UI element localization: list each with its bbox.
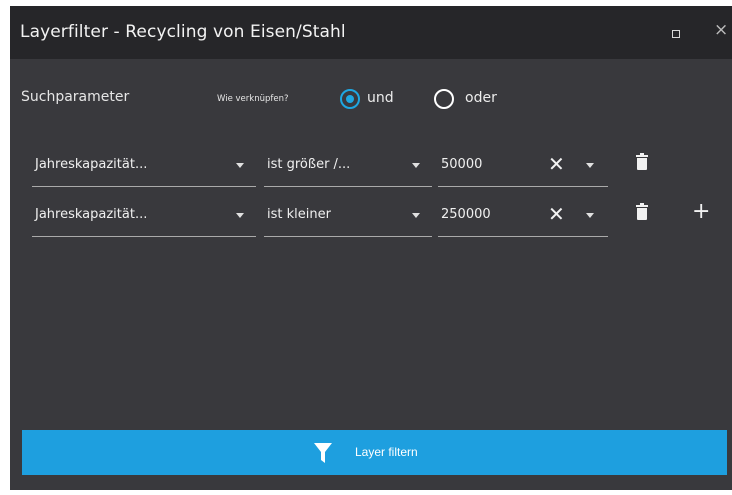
value-input[interactable]: 250000 ✕	[438, 195, 608, 237]
chevron-down-icon[interactable]	[586, 163, 594, 168]
chevron-down-icon[interactable]	[586, 213, 594, 218]
operator-value: ist größer /...	[267, 157, 351, 172]
link-question-label: Wie verknüpfen?	[217, 94, 289, 104]
chevron-down-icon[interactable]	[236, 213, 244, 218]
restore-icon[interactable]	[672, 30, 680, 38]
trash-icon[interactable]	[636, 203, 648, 220]
operator-select[interactable]: ist größer /...	[264, 145, 432, 187]
radio-oder-label[interactable]: oder	[465, 90, 497, 106]
filter-row: Jahreskapazität... ist größer /... 50000…	[10, 145, 732, 190]
close-icon[interactable]: ×	[714, 20, 728, 40]
apply-filter-button[interactable]: Layer filtern	[22, 430, 727, 475]
search-params-label: Suchparameter	[21, 89, 130, 105]
funnel-icon	[314, 443, 332, 463]
filter-row: Jahreskapazität... ist kleiner 250000 ✕ …	[10, 195, 732, 240]
attribute-value: Jahreskapazität...	[35, 207, 148, 222]
value-text: 250000	[441, 207, 491, 222]
attribute-select[interactable]: Jahreskapazität...	[32, 195, 256, 237]
radio-oder[interactable]	[434, 89, 454, 109]
clear-icon[interactable]: ✕	[548, 154, 565, 174]
operator-value: ist kleiner	[267, 207, 331, 222]
radio-und[interactable]	[340, 89, 360, 109]
title-bar[interactable]: Layerfilter - Recycling von Eisen/Stahl …	[10, 6, 732, 59]
trash-icon[interactable]	[636, 153, 648, 170]
layer-filter-dialog: Layerfilter - Recycling von Eisen/Stahl …	[10, 6, 732, 490]
attribute-value: Jahreskapazität...	[35, 157, 148, 172]
dialog-title: Layerfilter - Recycling von Eisen/Stahl	[20, 22, 346, 42]
value-input[interactable]: 50000 ✕	[438, 145, 608, 187]
clear-icon[interactable]: ✕	[548, 204, 565, 224]
value-text: 50000	[441, 157, 483, 172]
operator-select[interactable]: ist kleiner	[264, 195, 432, 237]
add-filter-button[interactable]: +	[692, 201, 710, 223]
apply-filter-label: Layer filtern	[355, 445, 418, 459]
attribute-select[interactable]: Jahreskapazität...	[32, 145, 256, 187]
radio-und-label[interactable]: und	[367, 90, 394, 106]
chevron-down-icon[interactable]	[412, 163, 420, 168]
chevron-down-icon[interactable]	[412, 213, 420, 218]
chevron-down-icon[interactable]	[236, 163, 244, 168]
